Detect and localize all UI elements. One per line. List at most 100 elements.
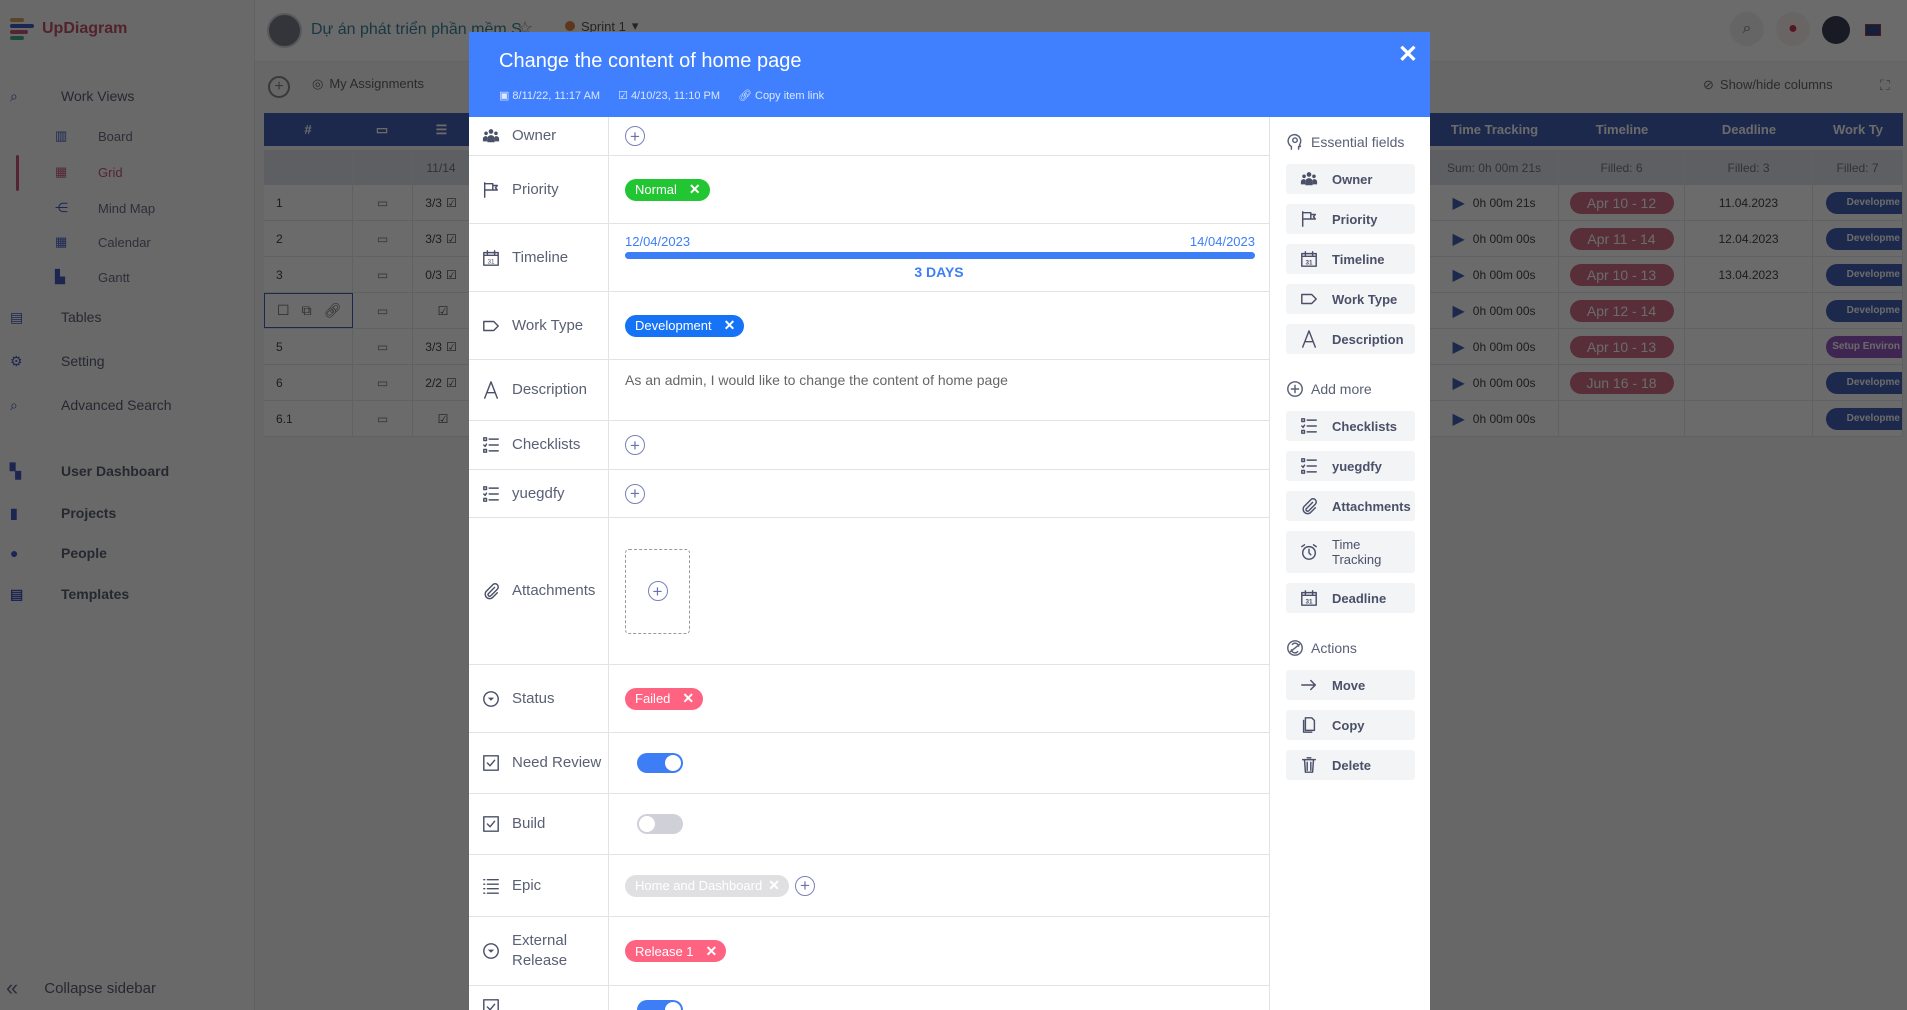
sidebar-item-tables[interactable]: ▤ Tables: [0, 309, 101, 325]
close-button[interactable]: ✕: [1398, 40, 1418, 69]
add-more-time-tracking-button[interactable]: Time Tracking: [1286, 531, 1415, 573]
item-title[interactable]: Change the content of home page: [499, 50, 801, 73]
column-header-work-type[interactable]: Work Ty: [1813, 113, 1903, 146]
work-type-pill[interactable]: Developme: [1826, 407, 1902, 430]
sidebar-item-gantt[interactable]: ▙ Gantt: [0, 269, 130, 285]
timeline-pill[interactable]: Jun 16 - 18: [1569, 371, 1674, 394]
status-tag[interactable]: Failed ✕: [625, 687, 704, 710]
collapse-sidebar-button[interactable]: « Collapse sidebar: [0, 975, 156, 1001]
actions-delete-button[interactable]: Delete: [1286, 750, 1415, 780]
play-icon[interactable]: ▶: [1452, 301, 1464, 321]
play-icon[interactable]: ▶: [1452, 193, 1464, 213]
sidebar-item-mind-map[interactable]: ⋲ Mind Map: [0, 200, 155, 216]
add-more-checklists-button[interactable]: Checklists: [1286, 411, 1415, 441]
column-header-number[interactable]: #: [264, 113, 352, 146]
comment-icon[interactable]: ▭: [377, 196, 388, 210]
timeline-pill[interactable]: Apr 12 - 14: [1569, 299, 1674, 322]
actions-copy-button[interactable]: Copy: [1286, 710, 1415, 740]
sidebar-item-calendar[interactable]: ▦ Calendar: [0, 234, 151, 250]
add-more-deadline-button[interactable]: 31 Deadline: [1286, 583, 1415, 613]
essential-fields-priority-button[interactable]: Priority: [1286, 204, 1415, 234]
add-view-button[interactable]: +: [268, 76, 290, 98]
external-link-icon[interactable]: ⧉: [302, 302, 312, 319]
timeline-pill[interactable]: Apr 11 - 14: [1569, 227, 1674, 250]
add-more-yuegdfy-button[interactable]: yuegdfy: [1286, 451, 1415, 481]
epic-tag[interactable]: Home and Dashboard ✕: [625, 874, 789, 897]
column-header-timeline[interactable]: Timeline: [1559, 113, 1685, 146]
comment-icon[interactable]: ▭: [377, 232, 388, 246]
remove-tag-icon[interactable]: ✕: [724, 317, 736, 334]
timeline-start-date[interactable]: 12/04/2023: [625, 234, 690, 249]
remove-tag-icon[interactable]: ✕: [682, 690, 694, 707]
comment-icon[interactable]: ▭: [377, 304, 388, 318]
timeline-pill[interactable]: Apr 10 - 13: [1569, 335, 1674, 358]
comment-icon[interactable]: ▭: [377, 340, 388, 354]
extra-toggle[interactable]: [637, 1000, 683, 1010]
essential-fields-work-type-button[interactable]: Work Type: [1286, 284, 1415, 314]
need-review-toggle[interactable]: [637, 753, 683, 773]
remove-tag-icon[interactable]: ✕: [689, 181, 701, 198]
sidebar-item-board[interactable]: ▥ Board: [0, 128, 133, 144]
comment-icon[interactable]: ▭: [377, 376, 388, 390]
column-header-deadline[interactable]: Deadline: [1685, 113, 1813, 146]
essential-fields-description-button[interactable]: Description: [1286, 324, 1415, 354]
external-release-tag[interactable]: Release 1 ✕: [625, 940, 727, 962]
notification-button[interactable]: ●: [1776, 12, 1810, 46]
play-icon[interactable]: ▶: [1452, 337, 1464, 357]
column-header-icon[interactable]: ▭: [352, 113, 412, 146]
add-yuegdfy-button[interactable]: +: [625, 483, 645, 504]
sidebar-item-user-dashboard[interactable]: ▚ User Dashboard: [0, 463, 169, 479]
play-icon[interactable]: ▶: [1452, 409, 1464, 429]
work-type-tag[interactable]: Development ✕: [625, 314, 745, 337]
add-checklists-button[interactable]: +: [625, 435, 645, 455]
person-icon: ●: [10, 545, 19, 561]
work-type-pill[interactable]: Setup Environ: [1826, 335, 1902, 358]
work-type-pill[interactable]: Developme: [1826, 227, 1902, 250]
search-button[interactable]: ⌕: [1730, 12, 1764, 46]
play-icon[interactable]: ▶: [1452, 373, 1464, 393]
play-icon[interactable]: ▶: [1452, 229, 1464, 249]
play-icon[interactable]: ▶: [1452, 265, 1464, 285]
work-type-pill[interactable]: Developme: [1826, 263, 1902, 286]
add-more-attachments-button[interactable]: Attachments: [1286, 491, 1415, 521]
work-type-pill[interactable]: Developme: [1826, 191, 1902, 214]
column-header-time-tracking[interactable]: Time Tracking: [1430, 113, 1559, 146]
priority-tag[interactable]: Normal ✕: [625, 178, 710, 201]
fullscreen-icon[interactable]: ⛶: [1880, 77, 1890, 94]
add-epic-button[interactable]: +: [794, 875, 815, 896]
remove-tag-icon[interactable]: ✕: [768, 877, 780, 894]
column-header-icon[interactable]: ☰: [413, 113, 470, 146]
sidebar-item-templates[interactable]: ▤ Templates: [0, 586, 129, 602]
description-text[interactable]: As an admin, I would like to change the …: [625, 372, 1008, 388]
attachment-dropzone[interactable]: +: [625, 548, 690, 634]
sidebar-item-work-views[interactable]: ⌕ Work Views: [0, 88, 134, 104]
actions-title: Actions: [1311, 640, 1357, 656]
sidebar-item-people[interactable]: ● People: [0, 545, 107, 561]
show-hide-columns-button[interactable]: ⊘ Show/hide columns: [1703, 77, 1833, 93]
checklist-cell: 3/3 ☑: [413, 185, 470, 220]
user-avatar[interactable]: [1822, 16, 1850, 44]
work-type-pill[interactable]: Developme: [1826, 371, 1902, 394]
copy-item-link[interactable]: 🔗︎ Copy item link: [738, 89, 824, 103]
my-assignments-button[interactable]: ◎ My Assignments: [312, 76, 424, 92]
add-owner-button[interactable]: +: [625, 126, 645, 146]
sidebar-item-setting[interactable]: ⚙ Setting: [0, 353, 105, 369]
language-flag-icon[interactable]: [1865, 24, 1881, 36]
comment-icon[interactable]: ▭: [377, 412, 388, 426]
sidebar-item-projects[interactable]: ▮ Projects: [0, 505, 116, 521]
essential-fields-owner-button[interactable]: Owner: [1286, 164, 1415, 194]
comment-icon[interactable]: ▭: [377, 268, 388, 282]
actions-move-button[interactable]: Move: [1286, 670, 1415, 700]
timeline-end-date[interactable]: 14/04/2023: [1190, 234, 1255, 249]
project-avatar[interactable]: [267, 13, 302, 48]
timeline-bar[interactable]: [625, 252, 1255, 259]
timeline-pill[interactable]: Apr 10 - 13: [1569, 263, 1674, 286]
sidebar-item-advanced-search[interactable]: ⌕ Advanced Search: [0, 397, 172, 413]
build-toggle[interactable]: [637, 814, 683, 834]
checkbox-icon[interactable]: ☐: [277, 302, 290, 319]
timeline-pill[interactable]: Apr 10 - 12: [1569, 191, 1674, 214]
link-icon[interactable]: 🔗︎: [324, 302, 342, 319]
remove-tag-icon[interactable]: ✕: [706, 943, 718, 960]
essential-fields-timeline-button[interactable]: 31 Timeline: [1286, 244, 1415, 274]
work-type-pill[interactable]: Developme: [1826, 299, 1902, 322]
